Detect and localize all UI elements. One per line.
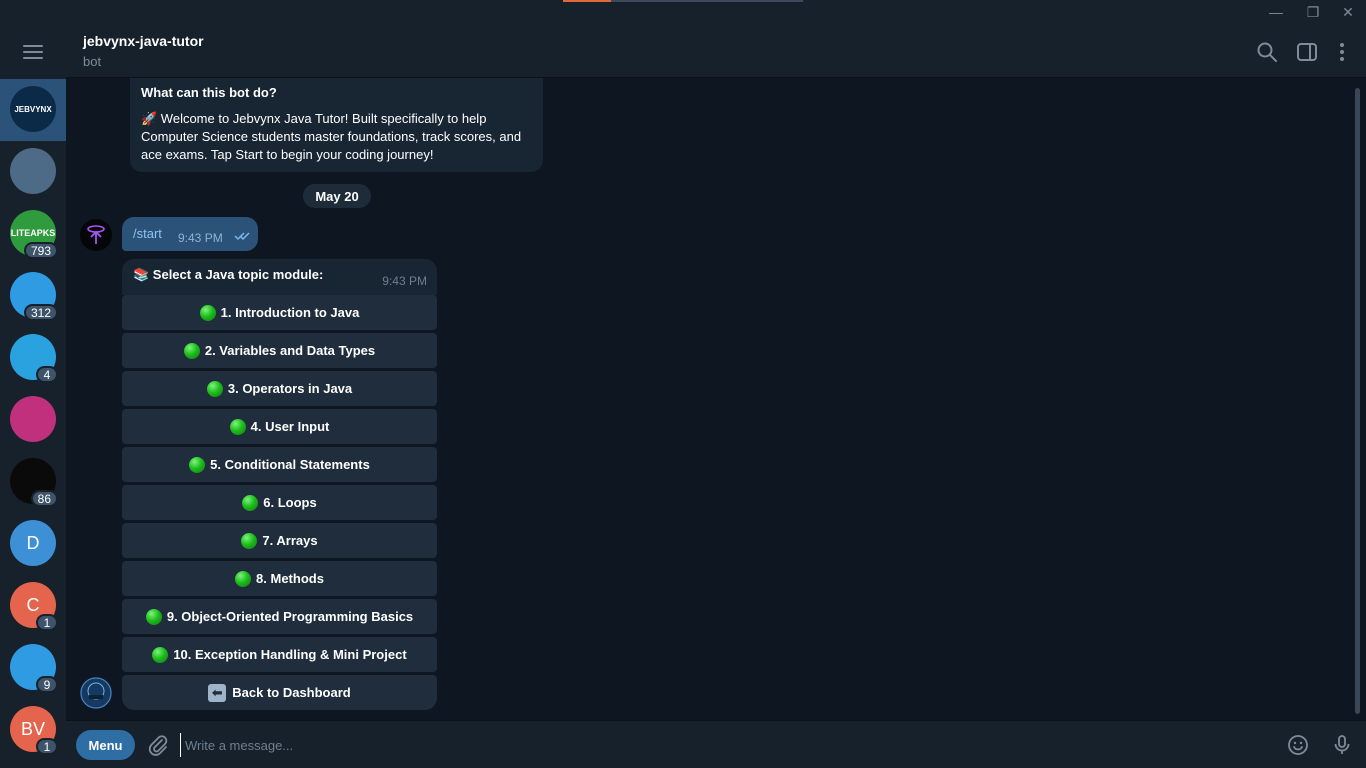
chat-wallet-a[interactable]: 312 <box>0 265 66 327</box>
avatar <box>10 396 56 442</box>
chat-scrollbar[interactable] <box>1355 88 1360 714</box>
topic-button-label: 5. Conditional Statements <box>210 457 370 472</box>
topic-button-label: 3. Operators in Java <box>227 381 353 396</box>
chat-telegram-dark[interactable]: 86 <box>0 451 66 513</box>
avatar <box>10 148 56 194</box>
topic-button-1[interactable]: 1. Introduction to Java <box>122 295 437 330</box>
message-time: 9:43 PM <box>178 231 223 245</box>
green-circle-icon <box>189 456 206 473</box>
bot-avatar[interactable] <box>80 677 112 709</box>
topic-button-label: 10. Exception Handling & Mini Project <box>173 647 407 662</box>
close-button[interactable]: ✕ <box>1331 0 1365 24</box>
microphone-icon[interactable] <box>1330 733 1354 757</box>
chat-subtitle: bot <box>83 54 102 69</box>
chat-wallet-b[interactable]: 9 <box>0 637 66 699</box>
sidebar-toggle-icon[interactable] <box>1295 40 1319 64</box>
chat-portrait[interactable] <box>0 141 66 203</box>
chat-area[interactable]: What can this bot do? 🚀 Welcome to Jebvy… <box>66 78 1366 720</box>
user-avatar[interactable] <box>80 219 112 251</box>
start-command[interactable]: /start <box>133 226 162 241</box>
topic-button-7[interactable]: 7. Arrays <box>122 523 437 558</box>
bot-description-bubble: What can this bot do? 🚀 Welcome to Jebvy… <box>130 78 543 172</box>
title-accent <box>563 0 611 2</box>
paperclip-icon[interactable] <box>146 733 170 757</box>
topic-button-label: 1. Introduction to Java <box>220 305 360 320</box>
unread-badge: 4 <box>36 366 58 383</box>
avatar: D <box>10 520 56 566</box>
topic-button-label: 9. Object-Oriented Programming Basics <box>166 609 414 624</box>
chat-liteapks[interactable]: LITEAPKS 793 <box>0 203 66 265</box>
unread-badge: 793 <box>23 242 58 259</box>
unread-badge: 1 <box>36 614 58 631</box>
back-to-dashboard-button[interactable]: ⬅ Back to Dashboard <box>122 675 437 710</box>
hamburger-menu-icon[interactable] <box>23 45 43 59</box>
chat-d[interactable]: D <box>0 513 66 575</box>
title-accent-track <box>611 0 803 2</box>
back-arrow-icon: ⬅ <box>208 683 227 702</box>
green-circle-icon <box>199 304 216 321</box>
double-check-icon <box>234 232 250 241</box>
chat-title[interactable]: jebvynx-java-tutor <box>83 33 204 49</box>
green-circle-icon <box>235 570 252 587</box>
emoji-icon[interactable] <box>1286 733 1310 757</box>
bot-message: 📚 Select a Java topic module: 9:43 PM <box>122 259 437 295</box>
date-separator: May 20 <box>303 184 371 208</box>
chat-header: jebvynx-java-tutor bot <box>66 24 1366 78</box>
topic-button-9[interactable]: 9. Object-Oriented Programming Basics <box>122 599 437 634</box>
topic-button-2[interactable]: 2. Variables and Data Types <box>122 333 437 368</box>
outgoing-message[interactable]: /start 9:43 PM <box>122 217 258 251</box>
avatar-label: LITEAPKS <box>10 228 56 238</box>
green-circle-icon <box>229 418 246 435</box>
topic-button-label: 7. Arrays <box>262 533 318 548</box>
avatar: JEBVYNX <box>10 86 56 132</box>
topic-button-4[interactable]: 4. User Input <box>122 409 437 444</box>
green-circle-icon <box>241 532 258 549</box>
topic-button-label: 6. Loops <box>263 495 317 510</box>
unread-badge: 1 <box>36 738 58 755</box>
jebvynx-logo-icon <box>80 677 112 709</box>
message-input[interactable] <box>180 733 1260 757</box>
bot-menu-button[interactable]: Menu <box>76 730 135 760</box>
chat-colorful[interactable] <box>0 389 66 451</box>
topic-button-label: 8. Methods <box>256 571 324 586</box>
bot-description-title: What can this bot do? <box>141 85 277 100</box>
topic-button-10[interactable]: 10. Exception Handling & Mini Project <box>122 637 437 672</box>
minimize-button[interactable]: — <box>1259 0 1293 24</box>
user-logo-icon <box>87 225 105 244</box>
green-circle-icon <box>183 342 200 359</box>
chat-bv[interactable]: BV 1 <box>0 699 66 761</box>
topic-button-6[interactable]: 6. Loops <box>122 485 437 520</box>
bot-message-time: 9:43 PM <box>382 274 427 288</box>
green-circle-icon <box>145 608 162 625</box>
more-options-icon[interactable] <box>1330 40 1354 64</box>
bot-description-text: 🚀 Welcome to Jebvynx Java Tutor! Built s… <box>141 111 522 162</box>
chat-list-rail: JEBVYNX LITEAPKS 793 312 4 86 D C 1 9 BV 1 <box>0 24 66 768</box>
unread-badge: 9 <box>36 676 58 693</box>
topic-button-label: 4. User Input <box>250 419 330 434</box>
green-circle-icon <box>242 494 259 511</box>
search-icon[interactable] <box>1255 40 1279 64</box>
green-circle-icon <box>206 380 223 397</box>
back-to-dashboard-label: Back to Dashboard <box>232 685 351 700</box>
unread-badge: 86 <box>30 490 58 507</box>
chat-jebvynx[interactable]: JEBVYNX <box>0 79 66 141</box>
unread-badge: 312 <box>23 304 58 321</box>
bot-message-text: 📚 Select a Java topic module: <box>133 267 324 282</box>
topic-button-5[interactable]: 5. Conditional Statements <box>122 447 437 482</box>
maximize-button[interactable]: ❐ <box>1296 0 1330 24</box>
chat-telegram[interactable]: 4 <box>0 327 66 389</box>
topic-button-label: 2. Variables and Data Types <box>204 343 376 358</box>
message-composer: Menu <box>66 720 1366 768</box>
avatar-label: JEBVYNX <box>14 104 52 114</box>
chat-c[interactable]: C1 <box>0 575 66 637</box>
topic-button-3[interactable]: 3. Operators in Java <box>122 371 437 406</box>
title-bar: — ❐ ✕ <box>0 0 1366 24</box>
topic-button-8[interactable]: 8. Methods <box>122 561 437 596</box>
green-circle-icon <box>152 646 169 663</box>
